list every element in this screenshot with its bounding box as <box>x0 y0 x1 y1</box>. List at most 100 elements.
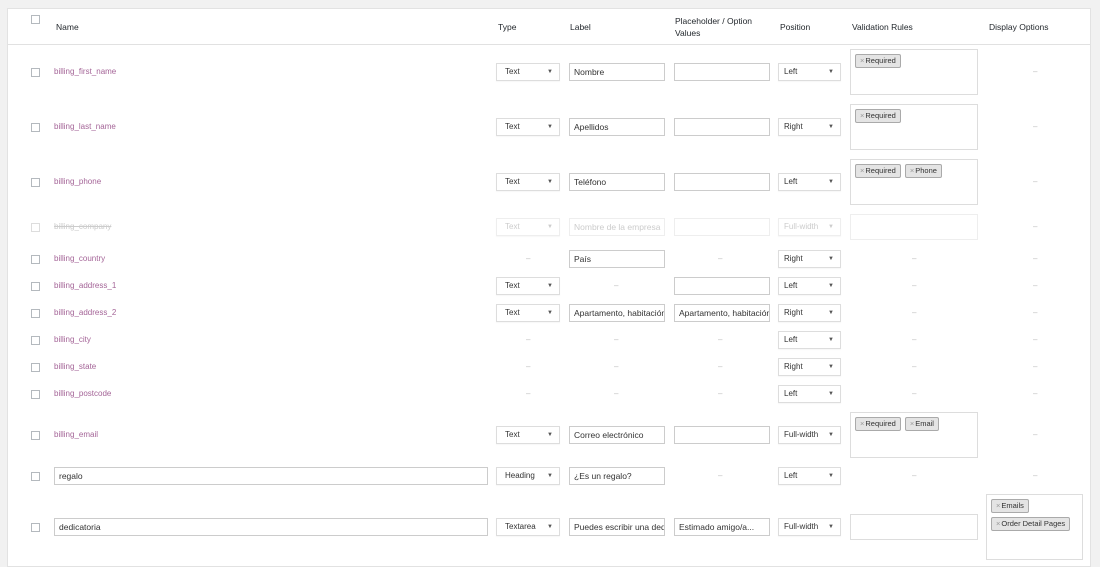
row-checkbox[interactable] <box>31 431 40 440</box>
chevron-down-icon: ▼ <box>828 124 834 130</box>
field-name-link[interactable]: billing_email <box>54 430 98 439</box>
validation-tag[interactable]: ×Email <box>904 417 939 431</box>
validation-tag[interactable]: ×Required <box>855 109 901 123</box>
label-input[interactable]: País <box>569 250 665 268</box>
display-option-tag[interactable]: ×Emails <box>991 499 1029 513</box>
type-select[interactable]: Text ▼ <box>496 426 560 444</box>
placeholder-empty: – <box>718 254 723 263</box>
label-input[interactable]: Apartamento, habitación, etc. <box>569 304 665 322</box>
position-select[interactable]: Right ▼ <box>778 250 841 268</box>
type-select[interactable]: Text ▼ <box>496 304 560 322</box>
field-name-link[interactable]: billing_company <box>54 222 111 231</box>
remove-tag-icon[interactable]: × <box>860 419 864 428</box>
position-select[interactable]: Left ▼ <box>778 173 841 191</box>
field-name-input[interactable]: regalo <box>54 467 488 485</box>
position-select[interactable]: Left ▼ <box>778 467 841 485</box>
row-checkbox[interactable] <box>31 123 40 132</box>
row-checkbox[interactable] <box>31 472 40 481</box>
remove-tag-icon[interactable]: × <box>996 501 1000 510</box>
row-checkbox[interactable] <box>31 255 40 264</box>
chevron-down-icon: ▼ <box>547 310 553 316</box>
type-select[interactable]: Text ▼ <box>496 173 560 191</box>
position-select[interactable]: Right ▼ <box>778 118 841 136</box>
display-options-box[interactable]: ×Emails ×Order Detail Pages <box>986 494 1083 560</box>
remove-tag-icon[interactable]: × <box>860 111 864 120</box>
position-select[interactable]: Left ▼ <box>778 385 841 403</box>
remove-tag-icon[interactable]: × <box>996 519 1000 528</box>
field-name-link[interactable]: billing_state <box>54 362 96 371</box>
row-checkbox[interactable] <box>31 390 40 399</box>
label-input[interactable]: Correo electrónico <box>569 426 665 444</box>
label-input[interactable]: Teléfono <box>569 173 665 191</box>
placeholder-empty: – <box>718 389 723 398</box>
type-select[interactable]: Heading ▼ <box>496 467 560 485</box>
row-checkbox[interactable] <box>31 309 40 318</box>
label-input[interactable]: Puedes escribir una dedicatoria <box>569 518 665 536</box>
row-checkbox[interactable] <box>31 68 40 77</box>
position-select[interactable]: Right ▼ <box>778 304 841 322</box>
label-input[interactable]: ¿Es un regalo? <box>569 467 665 485</box>
label-empty: – <box>614 362 619 371</box>
field-name-link[interactable]: billing_address_1 <box>54 281 116 290</box>
position-select[interactable]: Full-width ▼ <box>778 426 841 444</box>
row-checkbox[interactable] <box>31 523 40 532</box>
type-empty: – <box>526 335 531 344</box>
field-name-input[interactable]: dedicatoria <box>54 518 488 536</box>
validation-tag[interactable]: ×Phone <box>904 164 942 178</box>
validation-tag[interactable]: ×Required <box>855 164 901 178</box>
position-select[interactable]: Left ▼ <box>778 331 841 349</box>
validation-rules-box[interactable]: ×Required ×Phone <box>850 159 978 205</box>
placeholder-input[interactable] <box>674 63 770 81</box>
validation-empty: – <box>912 254 917 263</box>
validation-rules-box[interactable]: ×Required ×Email <box>850 412 978 458</box>
type-select[interactable]: Textarea ▼ <box>496 518 560 536</box>
row-checkbox[interactable] <box>31 223 40 232</box>
display-empty: – <box>1033 335 1038 344</box>
display-empty: – <box>1033 389 1038 398</box>
position-select[interactable]: Right ▼ <box>778 358 841 376</box>
remove-tag-icon[interactable]: × <box>860 56 864 65</box>
header-label: Label <box>570 22 591 32</box>
validation-rules-box[interactable]: ×Required <box>850 104 978 150</box>
type-select[interactable]: Text ▼ <box>496 63 560 81</box>
validation-rules-box[interactable] <box>850 514 978 540</box>
row-checkbox[interactable] <box>31 363 40 372</box>
header-name[interactable]: Name <box>56 21 79 33</box>
display-empty: – <box>1033 122 1038 131</box>
position-select[interactable]: Full-width ▼ <box>778 518 841 536</box>
validation-tag[interactable]: ×Required <box>855 54 901 68</box>
remove-tag-icon[interactable]: × <box>860 166 864 175</box>
display-empty: – <box>1033 67 1038 76</box>
remove-tag-icon[interactable]: × <box>910 419 914 428</box>
validation-rules-box[interactable]: ×Required <box>850 49 978 95</box>
field-name-link[interactable]: billing_phone <box>54 177 101 186</box>
remove-tag-icon[interactable]: × <box>910 166 914 175</box>
type-select[interactable]: Text ▼ <box>496 277 560 295</box>
label-input[interactable]: Apellidos <box>569 118 665 136</box>
row-checkbox[interactable] <box>31 336 40 345</box>
placeholder-input[interactable] <box>674 277 770 295</box>
display-option-tag[interactable]: ×Order Detail Pages <box>991 517 1071 531</box>
select-all-checkbox[interactable] <box>31 15 40 24</box>
field-name-link[interactable]: billing_address_2 <box>54 308 116 317</box>
field-name-link[interactable]: billing_postcode <box>54 389 111 398</box>
field-name-link[interactable]: billing_country <box>54 254 105 263</box>
label-input[interactable]: Nombre <box>569 63 665 81</box>
position-select[interactable]: Left ▼ <box>778 277 841 295</box>
placeholder-input[interactable] <box>674 118 770 136</box>
position-select[interactable]: Left ▼ <box>778 63 841 81</box>
display-empty: – <box>1033 430 1038 439</box>
row-checkbox[interactable] <box>31 178 40 187</box>
type-select[interactable]: Text ▼ <box>496 118 560 136</box>
placeholder-input[interactable] <box>674 426 770 444</box>
placeholder-input[interactable]: Estimado amigo/a... <box>674 518 770 536</box>
row-checkbox[interactable] <box>31 282 40 291</box>
field-name-link[interactable]: billing_first_name <box>54 67 116 76</box>
placeholder-input[interactable] <box>674 173 770 191</box>
field-name-link[interactable]: billing_city <box>54 335 91 344</box>
chevron-down-icon: ▼ <box>547 524 553 530</box>
placeholder-input[interactable]: Apartamento, habitación, etc. <box>674 304 770 322</box>
header-display: Display Options <box>989 22 1049 32</box>
validation-tag[interactable]: ×Required <box>855 417 901 431</box>
field-name-link[interactable]: billing_last_name <box>54 122 116 131</box>
